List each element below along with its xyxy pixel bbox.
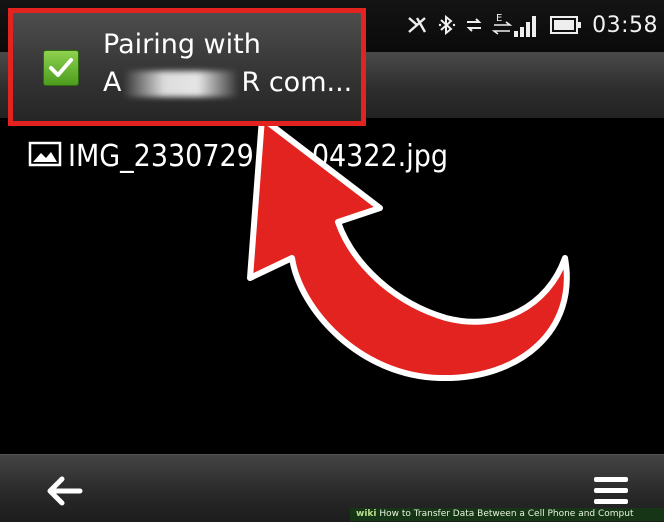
back-arrow-icon (47, 476, 83, 506)
bluetooth-icon (438, 14, 456, 36)
watermark-text: How to Transfer Data Between a Cell Phon… (379, 509, 634, 519)
battery-icon (550, 14, 582, 36)
watermark-brand: wiki (356, 509, 377, 519)
device-name-prefix: A (103, 67, 122, 98)
file-list-item[interactable]: IMG_2330729 04322.jpg (28, 136, 448, 176)
muted-icon (406, 14, 428, 36)
edge-signal-icon: E (492, 11, 540, 39)
pairing-notification[interactable]: Pairing with A R com... (8, 8, 366, 126)
phone-screen: E 03:58 IMG_2330729 04322.jpg Pairing wi… (0, 0, 664, 522)
image-icon (28, 140, 62, 172)
back-button[interactable] (40, 471, 90, 511)
data-transfer-icon (466, 14, 482, 36)
menu-button[interactable] (586, 471, 636, 511)
notification-device: A R com... (103, 67, 352, 98)
notification-title: Pairing with (103, 29, 261, 60)
redaction-blur (125, 70, 238, 97)
file-name-start: IMG_2330729 (68, 138, 254, 174)
file-name-end: 04322.jpg (311, 138, 449, 174)
clock-time: 03:58 (592, 12, 658, 38)
menu-icon (594, 477, 628, 504)
status-icons: E 03:58 (406, 10, 658, 40)
svg-text:E: E (496, 13, 502, 24)
device-name-suffix: R com... (241, 67, 353, 98)
watermark: wiki How to Transfer Data Between a Cell… (350, 508, 664, 521)
checkmark-icon (43, 50, 79, 86)
